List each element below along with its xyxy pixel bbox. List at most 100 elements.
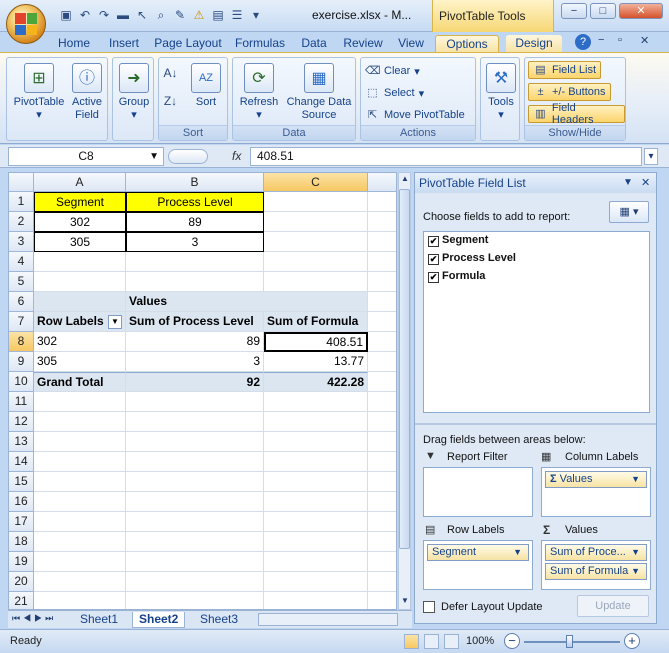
help-icon[interactable]: ? [575, 34, 591, 50]
pivot-values-corner[interactable] [34, 292, 126, 312]
expand-formula-bar-icon[interactable]: ▾ [644, 148, 658, 165]
sheet-tab-sheet2[interactable]: Sheet2 [132, 612, 186, 628]
cell-b1[interactable]: Process Level [126, 192, 264, 212]
checkbox-checked-icon[interactable]: ✔ [428, 236, 439, 247]
row-header-7[interactable]: 7 [9, 312, 34, 332]
zoom-out-icon[interactable]: − [504, 633, 520, 649]
worksheet-grid[interactable]: A B C 1 2 3 4 5 6 7 8 9 10 11 12 13 14 15 16 17 18 19 20 21 … [8, 172, 397, 610]
field-list-button[interactable]: ▤ Field List [528, 61, 602, 79]
tab-options[interactable]: Options [435, 35, 499, 52]
pivot-values-label[interactable]: Values [126, 292, 368, 312]
qat-dropdown-icon[interactable]: ▾ [248, 7, 264, 23]
spelling-icon[interactable]: ✎ [172, 7, 188, 23]
grid-cell[interactable] [34, 452, 126, 472]
pivot-row-label[interactable]: 302 [34, 332, 126, 352]
grid-cell[interactable] [126, 252, 264, 272]
name-box-dropdown-icon[interactable]: ▼ [149, 148, 159, 165]
scroll-down-icon[interactable]: ▼ [400, 596, 410, 608]
grid-cell[interactable] [264, 452, 368, 472]
row-header-3[interactable]: 3 [9, 232, 34, 252]
field-headers-button[interactable]: ▥ Field Headers [528, 102, 625, 126]
grid-cell[interactable] [368, 312, 396, 332]
office-button[interactable] [6, 4, 46, 44]
row-labels-area[interactable]: Segment ▼ [423, 540, 533, 590]
cell-b3[interactable]: 3 [126, 232, 264, 252]
grid-cell[interactable] [264, 492, 368, 512]
grid-cell[interactable] [126, 592, 264, 609]
undo-icon[interactable]: ↶ [77, 7, 93, 23]
formula-bar-splitter[interactable] [168, 149, 208, 164]
row-header-16[interactable]: 16 [9, 492, 34, 512]
value-chip-formula[interactable]: Sum of Formula ▼ [545, 563, 647, 580]
grid-cell[interactable] [368, 572, 396, 592]
checkbox-checked-icon[interactable]: ✔ [428, 272, 439, 283]
update-button[interactable]: Update [577, 595, 649, 617]
clear-button[interactable]: ⌫ Clear ▾ [365, 62, 420, 80]
grid-cell[interactable] [34, 512, 126, 532]
grid-cell[interactable] [264, 392, 368, 412]
grid-cell[interactable] [126, 552, 264, 572]
field-list-close-icon[interactable]: ✕ [641, 173, 650, 193]
row-header-8[interactable]: 8 [9, 332, 34, 352]
grid-cell[interactable] [368, 232, 396, 252]
page-break-view-icon[interactable] [444, 634, 459, 649]
grand-total-process-level[interactable]: 92 [126, 372, 264, 392]
row-header-15[interactable]: 15 [9, 472, 34, 492]
grand-total-label[interactable]: Grand Total [34, 372, 126, 392]
grid-cell[interactable] [34, 472, 126, 492]
list-icon[interactable]: ☰ [229, 7, 245, 23]
row-header-17[interactable]: 17 [9, 512, 34, 532]
maximize-button[interactable]: □ [590, 3, 616, 19]
grid-cell[interactable] [264, 572, 368, 592]
row-header-19[interactable]: 19 [9, 552, 34, 572]
grid-cell[interactable] [368, 492, 396, 512]
tools-button[interactable]: ⚒ Tools ▾ [483, 61, 519, 122]
vertical-scrollbar[interactable]: ▲ ▼ [398, 172, 411, 610]
sort-ascending-icon[interactable]: A↓ [163, 66, 178, 81]
grid-cell[interactable] [264, 552, 368, 572]
report-filter-area[interactable] [423, 467, 533, 517]
column-header-b[interactable]: B [126, 173, 264, 192]
toolbar-icon[interactable]: ▬ [115, 7, 131, 23]
grid-cell[interactable] [126, 412, 264, 432]
value-chip-process-level[interactable]: Sum of Proce... ▼ [545, 544, 647, 561]
pivot-row-labels-header[interactable]: Row Labels ▼ [34, 312, 126, 332]
chip-dropdown-icon[interactable]: ▼ [513, 545, 522, 560]
grid-cell[interactable] [34, 272, 126, 292]
grid-cell[interactable] [126, 272, 264, 292]
close-button[interactable]: ✕ [619, 3, 663, 19]
sheet-tab-sheet1[interactable]: Sheet1 [74, 612, 124, 628]
defer-layout-checkbox[interactable] [423, 601, 435, 613]
grid-cell[interactable] [126, 452, 264, 472]
grid-cell[interactable] [368, 292, 396, 312]
tab-view[interactable]: View [392, 35, 430, 52]
grid-cell[interactable] [368, 192, 396, 212]
tab-review[interactable]: Review [338, 35, 388, 52]
grid-cell[interactable] [368, 352, 396, 372]
zoom-in-icon[interactable]: + [624, 633, 640, 649]
row-header-2[interactable]: 2 [9, 212, 34, 232]
grid-cell[interactable] [368, 272, 396, 292]
grid-cell[interactable] [264, 532, 368, 552]
grid-cell[interactable] [368, 452, 396, 472]
row-header-14[interactable]: 14 [9, 452, 34, 472]
tab-home[interactable]: Home [54, 35, 94, 52]
row-header-4[interactable]: 4 [9, 252, 34, 272]
sheet-nav-icon[interactable]: ⏮◀▶⏭ [12, 613, 56, 624]
grid-cell[interactable] [34, 432, 126, 452]
tab-design[interactable]: Design [506, 35, 562, 52]
tab-page-layout[interactable]: Page Layout [152, 35, 224, 52]
grid-cell[interactable] [126, 572, 264, 592]
select-button[interactable]: ⬚ Select ▾ [365, 84, 424, 102]
grid-cell[interactable] [264, 212, 368, 232]
grid-cell[interactable] [368, 532, 396, 552]
notes-icon[interactable]: ▤ [210, 7, 226, 23]
pane-splitter[interactable] [415, 423, 656, 425]
sheet-tab-sheet3[interactable]: Sheet3 [194, 612, 244, 628]
row-header-5[interactable]: 5 [9, 272, 34, 292]
pivot-row-label[interactable]: 305 [34, 352, 126, 372]
tab-formulas[interactable]: Formulas [230, 35, 290, 52]
row-header-13[interactable]: 13 [9, 432, 34, 452]
grid-cell[interactable] [264, 432, 368, 452]
grid-cell[interactable] [126, 492, 264, 512]
